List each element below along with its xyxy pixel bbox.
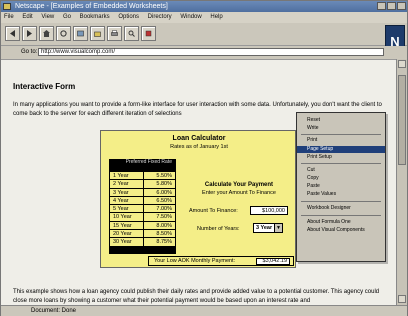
print-icon bbox=[111, 30, 118, 36]
rate-row[interactable]: 2 Year 5.80% bbox=[110, 179, 175, 188]
menu-separator bbox=[301, 215, 381, 216]
section-title: Interactive Form bbox=[13, 82, 76, 91]
rate-row[interactable]: 10 Year 7.50% bbox=[110, 212, 175, 221]
menu-edit[interactable]: Edit bbox=[22, 14, 32, 20]
home-icon bbox=[43, 30, 50, 37]
menu-item-workbook-designer[interactable]: Workbook Designer bbox=[297, 205, 385, 212]
images-button[interactable] bbox=[73, 26, 88, 41]
toolbar bbox=[1, 23, 407, 46]
menu-file[interactable]: File bbox=[4, 14, 14, 20]
status-bar: Document: Done bbox=[1, 305, 407, 316]
rates-table: Preferred Fixed Rate 1 Year 5.50% 2 Year 5… bbox=[109, 159, 176, 254]
menu-help[interactable]: Help bbox=[210, 14, 222, 20]
home-button[interactable] bbox=[39, 26, 54, 41]
years-select[interactable]: 3 Year ▼ bbox=[253, 223, 283, 233]
menu-options[interactable]: Options bbox=[118, 14, 139, 20]
scroll-down-arrow[interactable] bbox=[398, 295, 406, 303]
years-selected-value: 3 Year bbox=[256, 225, 273, 231]
images-icon bbox=[77, 30, 84, 37]
scroll-thumb[interactable] bbox=[398, 75, 406, 165]
loan-calculator: Loan Calculator Rates as of January 1st … bbox=[100, 130, 296, 268]
reload-button[interactable] bbox=[56, 26, 71, 41]
vertical-scrollbar[interactable] bbox=[396, 59, 407, 305]
monthly-payment-bar: Your Low AOK Monthly Payment: $3,042.19 bbox=[148, 256, 294, 266]
calculator-subtitle: Rates as of January 1st bbox=[170, 144, 228, 150]
menu-item-reset[interactable]: Reset bbox=[297, 117, 385, 124]
find-icon bbox=[128, 30, 135, 37]
menu-separator bbox=[301, 201, 381, 202]
location-bar: Go to: http://www.visualcomp.com/ bbox=[1, 46, 407, 58]
context-menu: Reset Write Print Page Setup Print Setup… bbox=[296, 112, 386, 262]
menu-window[interactable]: Window bbox=[180, 14, 201, 20]
find-button[interactable] bbox=[124, 26, 139, 41]
payment-title: Calculate Your Payment bbox=[204, 182, 274, 188]
forward-icon bbox=[27, 30, 32, 37]
footer-paragraph: This example shows how a loan agency cou… bbox=[13, 289, 380, 304]
scroll-up-arrow[interactable] bbox=[398, 60, 406, 68]
years-label: Number of Years: bbox=[197, 226, 240, 232]
menu-item-copy[interactable]: Copy bbox=[297, 175, 385, 182]
back-icon bbox=[10, 30, 15, 37]
window-title: Netscape - [Examples of Embedded Workshe… bbox=[15, 3, 168, 10]
url-input[interactable]: http://www.visualcomp.com/ bbox=[38, 48, 384, 56]
menu-item-write[interactable]: Write bbox=[297, 125, 385, 132]
menu-item-about-formula-one[interactable]: About Formula One bbox=[297, 219, 385, 226]
stop-button[interactable] bbox=[141, 26, 156, 41]
menu-item-print[interactable]: Print bbox=[297, 137, 385, 144]
menu-item-cut[interactable]: Cut bbox=[297, 167, 385, 174]
menu-item-paste-values[interactable]: Paste Values bbox=[297, 191, 385, 198]
menu-item-print-setup[interactable]: Print Setup bbox=[297, 154, 385, 161]
chevron-down-icon[interactable]: ▼ bbox=[274, 224, 282, 232]
rate-value: 8.75% bbox=[156, 239, 172, 246]
status-text: Document: Done bbox=[31, 308, 77, 314]
open-button[interactable] bbox=[90, 26, 105, 41]
rate-row[interactable]: 20 Year 8.50% bbox=[110, 229, 175, 238]
open-icon bbox=[94, 31, 101, 37]
finance-label: Amount To Finance: bbox=[189, 208, 238, 214]
rate-row[interactable]: 15 Year 8.00% bbox=[110, 220, 175, 230]
rate-row[interactable]: 5 Year 7.00% bbox=[110, 204, 175, 213]
rates-header: Preferred Fixed Rate bbox=[110, 159, 175, 171]
calculator-title: Loan Calculator bbox=[172, 135, 226, 142]
location-label: Go to: bbox=[21, 49, 38, 55]
rate-row[interactable]: 3 Year 6.00% bbox=[110, 187, 175, 196]
menu-bar: File Edit View Go Bookmarks Options Dire… bbox=[1, 12, 407, 23]
rate-row[interactable]: 4 Year 6.50% bbox=[110, 195, 175, 205]
reload-icon bbox=[60, 30, 67, 37]
finance-amount-field[interactable]: $100,000 bbox=[250, 206, 288, 215]
menu-separator bbox=[301, 134, 381, 135]
minimize-button[interactable] bbox=[377, 2, 386, 10]
monthly-payment-value: $3,042.19 bbox=[256, 258, 290, 265]
stop-icon bbox=[145, 30, 152, 37]
menu-directory[interactable]: Directory bbox=[148, 14, 172, 20]
netscape-app-icon[interactable] bbox=[3, 3, 11, 10]
title-bar: Netscape - [Examples of Embedded Workshe… bbox=[1, 1, 407, 12]
payment-subtitle: Enter your Amount To Finance bbox=[202, 190, 276, 196]
rate-row[interactable]: 30 Year 8.75% bbox=[110, 237, 175, 246]
menu-item-about-visual-components[interactable]: About Visual Components bbox=[297, 227, 385, 234]
rate-term: 30 Year bbox=[113, 239, 132, 246]
menu-bookmarks[interactable]: Bookmarks bbox=[80, 14, 110, 20]
menu-item-page-setup[interactable]: Page Setup bbox=[297, 146, 385, 153]
close-button[interactable] bbox=[397, 2, 406, 10]
menu-view[interactable]: View bbox=[41, 14, 54, 20]
maximize-button[interactable] bbox=[387, 2, 396, 10]
menu-go[interactable]: Go bbox=[63, 14, 71, 20]
print-button[interactable] bbox=[107, 26, 122, 41]
forward-button[interactable] bbox=[22, 26, 37, 41]
back-button[interactable] bbox=[5, 26, 20, 41]
browser-window: Netscape - [Examples of Embedded Workshe… bbox=[0, 0, 408, 316]
menu-item-paste[interactable]: Paste bbox=[297, 183, 385, 190]
monthly-payment-label: Your Low AOK Monthly Payment: bbox=[154, 258, 236, 264]
menu-separator bbox=[301, 163, 381, 164]
rate-row[interactable]: 1 Year 5.50% bbox=[110, 171, 175, 180]
